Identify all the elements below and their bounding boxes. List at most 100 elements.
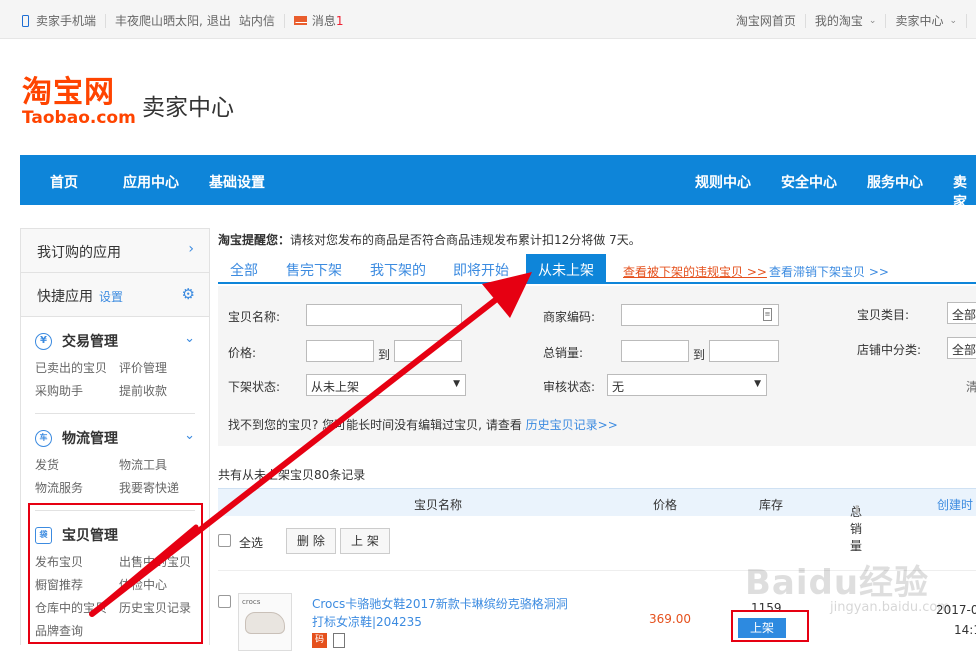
logout-link[interactable]: 退出 — [207, 12, 231, 29]
reminder-text: 请核对您发布的商品是否符合商品违规发布累计扣12分将做 7天。 — [290, 233, 641, 247]
yuan-icon: ¥ — [35, 332, 52, 350]
trade-management-group: ¥ 交易管理 ⌄ 已卖出的宝贝 评价管理 采购助手 提前收款 — [35, 317, 195, 414]
price-min-input[interactable] — [306, 340, 374, 362]
baidu-watermark: Baidu经验 — [745, 563, 930, 603]
logo-subtext: Taobao.com — [22, 108, 136, 128]
nav-app-center[interactable]: 应用中心 — [123, 172, 179, 192]
col-created-time[interactable]: 创建时 — [937, 496, 973, 513]
sales-min-input[interactable] — [621, 340, 689, 362]
messages-link[interactable]: 消息 — [312, 12, 336, 29]
quick-apps-label: 快捷应用 — [37, 289, 93, 305]
product-thumbnail[interactable]: crocs — [238, 593, 292, 651]
divider — [804, 13, 806, 28]
nav-seller[interactable]: 卖家 — [953, 172, 976, 212]
logo-text: 淘宝网 — [22, 75, 115, 110]
page-title: 卖家中心 — [142, 95, 234, 121]
history-hint: 找不到您的宝贝? 您可能长时间没有编辑过宝贝, 请查看 历史宝贝记录>> — [228, 416, 618, 433]
qr-code-badge[interactable]: 码 — [312, 633, 327, 648]
chevron-down-icon[interactable]: ⌄ — [184, 331, 195, 346]
site-message-link[interactable]: 站内信 — [239, 12, 275, 29]
delete-button[interactable]: 删 除 — [286, 528, 336, 554]
history-hint-text: 找不到您的宝贝? 您可能长时间没有编辑过宝贝, 请查看 — [228, 418, 522, 432]
nav-rules-center[interactable]: 规则中心 — [695, 172, 751, 192]
item-name-input[interactable] — [306, 304, 462, 326]
baidu-watermark-url: jingyan.baidu.com — [830, 600, 950, 615]
sidebar-link-early-payment[interactable]: 提前收款 — [119, 382, 209, 399]
col-price: 价格 — [653, 498, 678, 512]
nav-security-center[interactable]: 安全中心 — [781, 172, 837, 192]
unsold-items-link[interactable]: 查看滞销下架宝贝 >> — [769, 263, 889, 280]
contact-card-icon[interactable]: ≡ — [763, 308, 772, 321]
group-title-label: 交易管理 — [62, 334, 118, 350]
col-item-name: 宝贝名称 — [414, 498, 463, 512]
shop-category-label: 店铺中分类: — [857, 343, 922, 357]
highlight-box-item-management — [28, 503, 203, 644]
group-title[interactable]: ¥ 交易管理 — [35, 317, 195, 351]
price-to-label: 到 — [378, 348, 391, 362]
row-checkbox[interactable] — [218, 595, 231, 608]
price-max-input[interactable] — [394, 340, 462, 362]
list-button[interactable]: 上 架 — [340, 528, 390, 554]
category-select-value: 全部 — [952, 308, 976, 322]
sidebar-link-sold-items[interactable]: 已卖出的宝贝 — [35, 359, 119, 376]
quick-apps: 快捷应用 设置 ⚙ — [21, 273, 209, 317]
sidebar-link-reviews[interactable]: 评价管理 — [119, 359, 209, 376]
table-header: 宝贝名称 价格 库存 总销量 ⬇ 创建时 — [218, 488, 976, 553]
merchant-code-input[interactable]: ≡ — [621, 304, 779, 326]
tab-all[interactable]: 全部 — [230, 260, 258, 280]
reminder-banner: 淘宝提醒您：请核对您发布的商品是否符合商品违规发布累计扣12分将做 7天。 — [218, 231, 641, 248]
group-title[interactable]: 车 物流管理 — [35, 414, 195, 448]
delist-status-label: 下架状态: — [228, 380, 281, 394]
sidebar-link-ship[interactable]: 发货 — [35, 456, 119, 473]
tab-never-listed[interactable]: 从未上架 — [526, 254, 606, 284]
gear-icon[interactable]: ⚙ — [182, 285, 195, 303]
divider — [966, 13, 967, 28]
highlight-box-list-button — [731, 610, 809, 642]
clear-link[interactable]: 清 — [966, 378, 976, 395]
category-select[interactable]: 全部 — [947, 302, 976, 324]
divider — [283, 13, 285, 28]
topbar-right: 淘宝网首页 我的淘宝 ⌄ 卖家中心 ⌄ — [736, 12, 976, 29]
topbar-left: 卖家手机端 丰夜爬山晒太阳, 退出 站内信 消息 1 — [22, 12, 344, 29]
taobao-home-link[interactable]: 淘宝网首页 — [736, 12, 796, 29]
sidebar-link-send-express[interactable]: 我要寄快递 — [119, 479, 209, 496]
tab-upcoming[interactable]: 即将开始 — [453, 260, 509, 280]
sales-to-label: 到 — [693, 348, 706, 362]
sidebar-link-purchase-assistant[interactable]: 采购助手 — [35, 382, 119, 399]
mobile-icon[interactable] — [333, 633, 345, 648]
shop-category-select[interactable]: 全部 — [947, 337, 976, 359]
seller-mobile-link[interactable]: 卖家手机端 — [36, 12, 96, 29]
delist-status-value: 从未上架 — [311, 380, 360, 394]
my-taobao-menu[interactable]: 我的淘宝 — [815, 12, 863, 29]
seller-center-menu[interactable]: 卖家中心 — [895, 12, 943, 29]
product-created-time: 14:1 — [954, 623, 976, 637]
subscribed-apps[interactable]: 我订购的应用 › — [21, 229, 209, 273]
dropdown-arrow-icon: ▼ — [453, 379, 460, 389]
audit-status-value: 无 — [612, 380, 625, 394]
sidebar-link-logistics-tools[interactable]: 物流工具 — [119, 456, 209, 473]
taobao-logo[interactable]: 淘宝网 Taobao.com — [22, 75, 136, 128]
chevron-down-icon[interactable]: ⌄ — [184, 428, 195, 443]
select-all-label: 全选 — [239, 536, 264, 550]
thumbnail-brand: crocs — [242, 598, 261, 606]
nav-service-center[interactable]: 服务中心 — [867, 172, 923, 192]
dropdown-arrow-icon: ▼ — [754, 379, 761, 389]
select-all-checkbox[interactable] — [218, 534, 231, 547]
product-title-link[interactable]: Crocs卡骆驰女鞋2017新款卡琳缤纷克骆格洞洞打标女凉鞋|204235 — [312, 595, 572, 631]
reminder-label: 淘宝提醒您： — [218, 233, 291, 247]
tab-sold-out[interactable]: 售完下架 — [286, 260, 342, 280]
delist-status-select[interactable]: 从未上架 ▼ — [306, 374, 466, 396]
logistics-group: 车 物流管理 ⌄ 发货 物流工具 物流服务 我要寄快递 — [35, 414, 195, 511]
sidebar-link-logistics-service[interactable]: 物流服务 — [35, 479, 119, 496]
tab-my-delisted[interactable]: 我下架的 — [370, 260, 426, 280]
violation-items-link[interactable]: 查看被下架的违规宝贝 >> — [623, 263, 767, 280]
history-items-link[interactable]: 历史宝贝记录>> — [526, 418, 618, 432]
nav-home[interactable]: 首页 — [50, 172, 78, 192]
item-name-label: 宝贝名称: — [228, 310, 281, 324]
mobile-phone-icon — [22, 14, 29, 27]
top-bar: 卖家手机端 丰夜爬山晒太阳, 退出 站内信 消息 1 淘宝网首页 我的淘宝 ⌄ … — [0, 0, 976, 39]
sales-max-input[interactable] — [709, 340, 779, 362]
nav-basic-settings[interactable]: 基础设置 — [209, 172, 265, 192]
quick-apps-settings-link[interactable]: 设置 — [99, 290, 123, 304]
audit-status-select[interactable]: 无 ▼ — [607, 374, 767, 396]
